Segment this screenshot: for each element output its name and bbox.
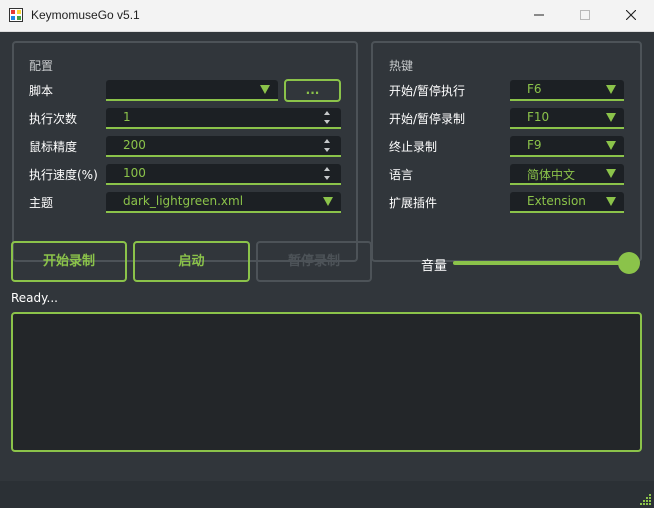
- start-pause-exec-label: 开始/暂停执行: [389, 84, 466, 98]
- chevron-down-icon: [323, 197, 333, 206]
- start-record-button[interactable]: 开始录制: [11, 241, 127, 282]
- exec-count-value: 1: [123, 110, 131, 124]
- theme-label: 主题: [29, 196, 54, 210]
- resize-grip-icon[interactable]: [638, 492, 652, 506]
- exec-speed-value: 100: [123, 166, 146, 180]
- volume-label: 音量: [421, 259, 448, 274]
- chevron-down-icon: [606, 85, 616, 94]
- extension-label: 扩展插件: [389, 196, 438, 210]
- mouse-precision-label: 鼠标精度: [29, 140, 78, 154]
- exec-speed-label: 执行速度(%): [29, 168, 98, 182]
- launch-button[interactable]: 启动: [133, 241, 250, 282]
- start-pause-exec-value: F6: [527, 82, 542, 96]
- minimize-icon: [534, 14, 544, 16]
- script-select[interactable]: [106, 80, 278, 101]
- spin-up-icon[interactable]: [324, 111, 330, 115]
- language-label: 语言: [389, 168, 414, 182]
- spin-down-icon[interactable]: [324, 176, 330, 180]
- chevron-down-icon: [606, 169, 616, 178]
- launch-label: 启动: [178, 254, 205, 269]
- spin-up-icon[interactable]: [324, 139, 330, 143]
- maximize-icon: [580, 10, 590, 20]
- volume-slider-track[interactable]: [453, 261, 633, 265]
- pause-record-label: 暂停录制: [287, 254, 340, 269]
- script-label: 脚本: [29, 84, 54, 98]
- mouse-precision-spinbox[interactable]: 200: [106, 136, 341, 157]
- log-output[interactable]: [11, 312, 642, 452]
- app-icon: [9, 8, 23, 22]
- stop-record-select[interactable]: F9: [510, 136, 624, 157]
- chevron-down-icon: [606, 113, 616, 122]
- exec-count-spinbox[interactable]: 1: [106, 108, 341, 129]
- chevron-down-icon: [260, 85, 270, 94]
- start-record-label: 开始录制: [42, 254, 95, 269]
- status-bar: [0, 481, 654, 508]
- window-title: KeymomuseGo v5.1: [31, 8, 140, 22]
- theme-value: dark_lightgreen.xml: [123, 194, 244, 208]
- chevron-down-icon: [606, 197, 616, 206]
- extension-value: Extension: [527, 194, 586, 208]
- config-group-title: 配置: [29, 59, 54, 73]
- close-icon: [626, 10, 636, 20]
- extension-select[interactable]: Extension: [510, 192, 624, 213]
- spin-down-icon[interactable]: [324, 148, 330, 152]
- start-pause-record-value: F10: [527, 110, 550, 124]
- start-pause-record-select[interactable]: F10: [510, 108, 624, 129]
- title-bar: KeymomuseGo v5.1: [0, 0, 654, 32]
- spin-down-icon[interactable]: [324, 120, 330, 124]
- language-value: 简体中文: [527, 168, 576, 182]
- theme-select[interactable]: dark_lightgreen.xml: [106, 192, 341, 213]
- status-text: Ready...: [11, 291, 58, 305]
- language-select[interactable]: 简体中文: [510, 164, 624, 185]
- spin-up-icon[interactable]: [324, 167, 330, 171]
- exec-count-label: 执行次数: [29, 112, 78, 126]
- pause-record-button[interactable]: 暂停录制: [256, 241, 372, 282]
- main-area: 配置 脚本 ... 执行次数 1 鼠标精度 200 执行速度(%) 100 主题…: [0, 32, 654, 508]
- mouse-precision-value: 200: [123, 138, 146, 152]
- stop-record-value: F9: [527, 138, 542, 152]
- start-pause-exec-select[interactable]: F6: [510, 80, 624, 101]
- maximize-button[interactable]: [562, 0, 608, 31]
- hotkeys-group-title: 热键: [389, 59, 414, 73]
- browse-script-button[interactable]: ...: [284, 79, 341, 102]
- close-button[interactable]: [608, 0, 654, 31]
- start-pause-record-label: 开始/暂停录制: [389, 112, 466, 126]
- volume-slider-handle[interactable]: [618, 252, 640, 274]
- minimize-button[interactable]: [516, 0, 562, 31]
- stop-record-label: 终止录制: [389, 140, 438, 154]
- browse-button-label: ...: [305, 83, 320, 97]
- exec-speed-spinbox[interactable]: 100: [106, 164, 341, 185]
- chevron-down-icon: [606, 141, 616, 150]
